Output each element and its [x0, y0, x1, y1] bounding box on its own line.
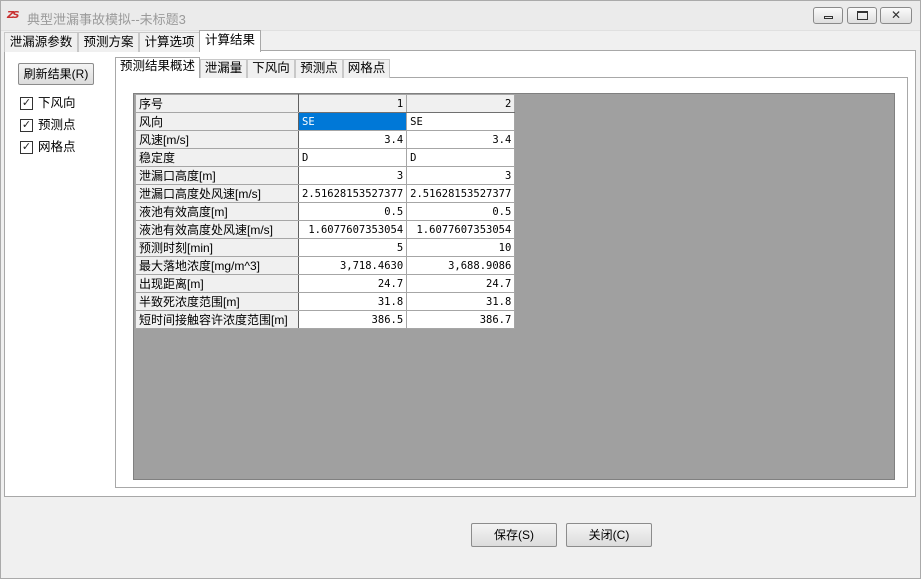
- table-row: 风速[m/s] 3.4 3.4: [135, 130, 516, 149]
- tab-prediction-scheme[interactable]: 预测方案: [78, 32, 139, 52]
- table-cell[interactable]: 3,688.9086: [406, 256, 516, 275]
- table-row: 出现距离[m] 24.7 24.7: [135, 274, 516, 293]
- table-cell[interactable]: 0.5: [297, 202, 408, 221]
- subtab-results-overview[interactable]: 预测结果概述: [115, 57, 200, 78]
- tab-leak-source-params[interactable]: 泄漏源参数: [4, 32, 78, 52]
- close-button[interactable]: ✕: [880, 7, 912, 24]
- minimize-icon: [824, 16, 833, 19]
- save-button[interactable]: 保存(S): [471, 523, 557, 547]
- checkmark-icon: ✓: [21, 118, 32, 131]
- subtab-prediction-point[interactable]: 预测点: [295, 59, 343, 78]
- table-cell[interactable]: 386.5: [297, 310, 408, 329]
- subtab-grid-point[interactable]: 网格点: [343, 59, 390, 78]
- table-row: 泄漏口高度[m] 3 3: [135, 166, 516, 185]
- close-icon: ✕: [890, 8, 902, 22]
- maximize-icon: [857, 11, 868, 20]
- window-title: 典型泄漏事故模拟--未标题3: [27, 12, 186, 27]
- table-cell[interactable]: 1.6077607353054: [297, 220, 408, 239]
- row-label: 稳定度: [135, 148, 299, 167]
- downwind-checkbox-label: 下风向: [38, 96, 76, 110]
- app-logo-icon: ZS: [7, 10, 19, 21]
- table-header-row: 序号 1 2: [135, 94, 516, 113]
- table-row: 稳定度 D D: [135, 148, 516, 167]
- title-bar[interactable]: ZS 典型泄漏事故模拟--未标题3 ✕: [1, 1, 920, 31]
- row-label: 泄漏口高度处风速[m/s]: [135, 184, 299, 203]
- table-cell[interactable]: D: [297, 148, 408, 167]
- table-cell[interactable]: 2.51628153527377: [297, 184, 408, 203]
- column-header[interactable]: 2: [406, 94, 516, 113]
- row-header-label: 序号: [135, 94, 299, 113]
- table-cell[interactable]: 5: [297, 238, 408, 257]
- subtab-leak-amount[interactable]: 泄漏量: [200, 59, 247, 78]
- table-cell[interactable]: D: [406, 148, 516, 167]
- tab-calc-options[interactable]: 计算选项: [139, 32, 200, 52]
- table-cell[interactable]: 386.7: [406, 310, 516, 329]
- row-label: 预测时刻[min]: [135, 238, 299, 257]
- results-table: 序号 1 2 风向 SE SE 风速[m/s] 3.4 3.4 稳定度 D D 泄漏口高度[m] 3…: [135, 94, 516, 329]
- table-row: 风向 SE SE: [135, 112, 516, 131]
- table-cell[interactable]: 3.4: [297, 130, 408, 149]
- table-cell[interactable]: 24.7: [406, 274, 516, 293]
- row-label: 液池有效高度[m]: [135, 202, 299, 221]
- row-label: 短时间接触容许浓度范围[m]: [135, 310, 299, 329]
- maximize-button[interactable]: [847, 7, 877, 24]
- subtab-downwind[interactable]: 下风向: [247, 59, 295, 78]
- column-header[interactable]: 1: [297, 94, 408, 113]
- table-cell[interactable]: 31.8: [297, 292, 408, 311]
- checkmark-icon: ✓: [21, 140, 32, 153]
- row-label: 风向: [135, 112, 299, 131]
- table-row: 半致死浓度范围[m] 31.8 31.8: [135, 292, 516, 311]
- downwind-checkbox[interactable]: ✓: [20, 96, 33, 110]
- table-row: 液池有效高度[m] 0.5 0.5: [135, 202, 516, 221]
- table-cell[interactable]: 3.4: [406, 130, 516, 149]
- row-label: 出现距离[m]: [135, 274, 299, 293]
- table-cell[interactable]: 0.5: [406, 202, 516, 221]
- row-label: 最大落地浓度[mg/m^3]: [135, 256, 299, 275]
- row-label: 泄漏口高度[m]: [135, 166, 299, 185]
- table-cell[interactable]: 1.6077607353054: [406, 220, 516, 239]
- table-cell[interactable]: 31.8: [406, 292, 516, 311]
- table-row: 液池有效高度处风速[m/s] 1.6077607353054 1.607760735…: [135, 220, 516, 239]
- row-label: 风速[m/s]: [135, 130, 299, 149]
- row-label: 液池有效高度处风速[m/s]: [135, 220, 299, 239]
- app-window: ZS 典型泄漏事故模拟--未标题3 ✕ 泄漏源参数 预测方案 计算选项 计算结果…: [0, 0, 921, 579]
- table-row: 预测时刻[min] 5 10: [135, 238, 516, 257]
- prediction-point-checkbox[interactable]: ✓: [20, 118, 33, 132]
- minimize-button[interactable]: [813, 7, 843, 24]
- table-row: 泄漏口高度处风速[m/s] 2.51628153527377 2.516281535…: [135, 184, 516, 203]
- table-cell[interactable]: 3,718.4630: [297, 256, 408, 275]
- close-dialog-button[interactable]: 关闭(C): [566, 523, 652, 547]
- table-cell[interactable]: 3: [297, 166, 408, 185]
- checkmark-icon: ✓: [21, 96, 32, 109]
- row-label: 半致死浓度范围[m]: [135, 292, 299, 311]
- grid-point-checkbox-label: 网格点: [38, 140, 76, 154]
- prediction-point-checkbox-label: 预测点: [38, 118, 76, 132]
- table-cell[interactable]: 2.51628153527377: [406, 184, 516, 203]
- tab-calc-results[interactable]: 计算结果: [199, 30, 261, 52]
- table-row: 最大落地浓度[mg/m^3] 3,718.4630 3,688.9086: [135, 256, 516, 275]
- table-cell[interactable]: SE: [297, 112, 408, 131]
- refresh-results-button[interactable]: 刷新结果(R): [18, 63, 94, 85]
- table-cell[interactable]: SE: [406, 112, 516, 131]
- table-cell[interactable]: 10: [406, 238, 516, 257]
- grid-point-checkbox[interactable]: ✓: [20, 140, 33, 154]
- table-cell[interactable]: 3: [406, 166, 516, 185]
- table-row: 短时间接触容许浓度范围[m] 386.5 386.7: [135, 310, 516, 329]
- table-cell[interactable]: 24.7: [297, 274, 408, 293]
